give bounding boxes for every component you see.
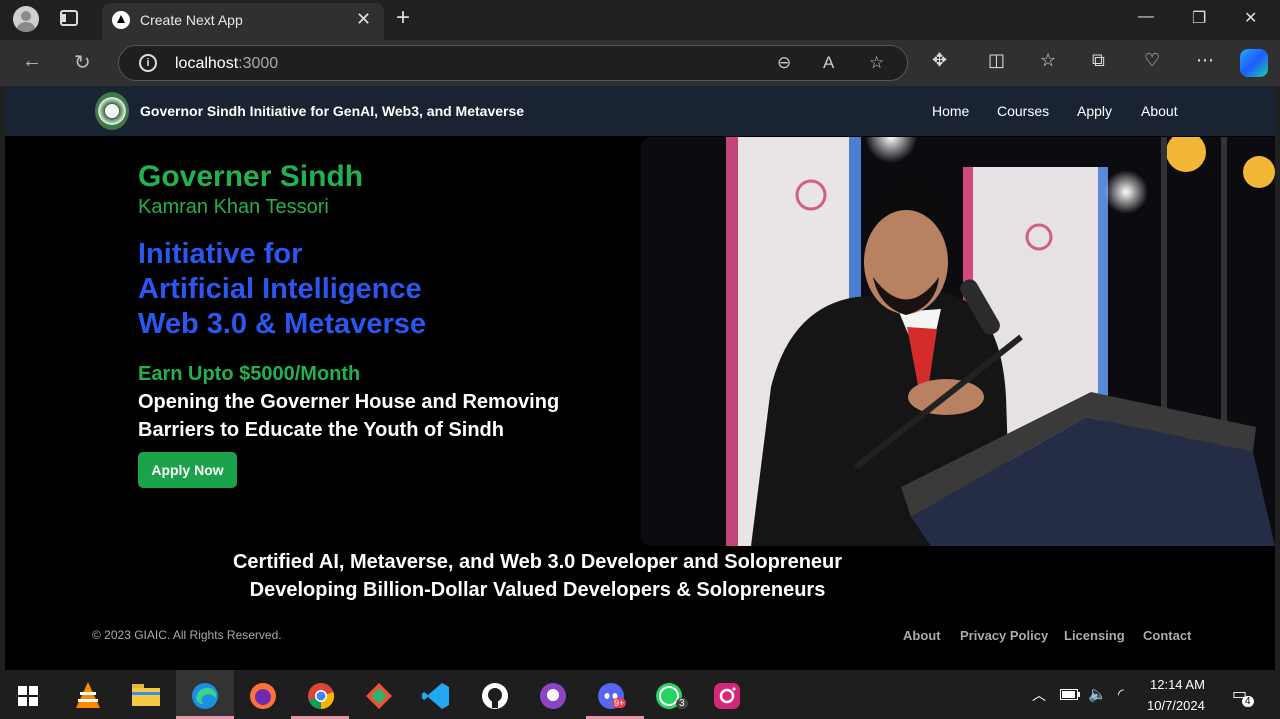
browser-essentials-icon[interactable]: ♡ xyxy=(1144,50,1160,71)
minimize-icon[interactable]: — xyxy=(1138,8,1154,26)
refresh-icon[interactable]: ↻ xyxy=(74,50,91,75)
nextjs-favicon-icon xyxy=(112,11,130,29)
favorite-star-icon[interactable]: ☆ xyxy=(869,53,884,73)
github-desktop-icon[interactable] xyxy=(539,682,567,710)
mission-line-2: Barriers to Educate the Youth of Sindh xyxy=(138,419,504,441)
discord-badge: 9+ xyxy=(612,698,627,708)
apply-now-button[interactable]: Apply Now xyxy=(138,452,237,488)
tab-title: Create Next App xyxy=(140,12,243,28)
nav-about-link[interactable]: About xyxy=(1141,103,1178,119)
browser-tab[interactable]: Create Next App ✕ xyxy=(102,3,384,40)
profile-avatar-icon[interactable] xyxy=(13,6,39,32)
instagram-icon[interactable] xyxy=(713,682,741,710)
vscode-icon[interactable] xyxy=(422,682,450,710)
governor-photo xyxy=(641,137,1275,546)
nav-home-link[interactable]: Home xyxy=(932,103,969,119)
hero-text: Governer Sindh Kamran Khan Tessori Initi… xyxy=(138,159,628,444)
split-screen-icon[interactable]: ◫ xyxy=(988,50,1005,71)
governor-speaking-image xyxy=(641,137,1275,546)
nav-courses-link[interactable]: Courses xyxy=(997,103,1049,119)
maximize-icon[interactable]: ❐ xyxy=(1192,8,1206,28)
web-page: Governor Sindh Initiative for GenAI, Web… xyxy=(5,86,1275,670)
favorites-icon[interactable]: ☆ xyxy=(1040,50,1056,71)
nav-apply-link[interactable]: Apply xyxy=(1077,103,1112,119)
footer-about-link[interactable]: About xyxy=(903,628,941,643)
read-aloud-icon[interactable]: A xyxy=(823,53,834,73)
edge-icon[interactable] xyxy=(191,682,219,710)
back-icon[interactable]: ← xyxy=(22,50,42,73)
windows-taskbar: 9+ 3 ︿ 🔈 ◜ 12:14 AM 10/7/2024 ▭ 4 xyxy=(0,670,1280,719)
whatsapp-badge: 3 xyxy=(676,698,688,709)
wifi-icon[interactable]: ◜ xyxy=(1118,685,1124,703)
hero-name: Kamran Khan Tessori xyxy=(138,196,329,218)
footer-licensing-link[interactable]: Licensing xyxy=(1064,628,1125,643)
git-kraken-icon[interactable] xyxy=(365,682,393,710)
url-text: localhost:3000 xyxy=(175,55,279,72)
site-title[interactable]: Governor Sindh Initiative for GenAI, Web… xyxy=(140,103,524,119)
initiative-line-2: Artificial Intelligence xyxy=(138,273,422,305)
initiative-line-3: Web 3.0 & Metaverse xyxy=(138,308,426,340)
extensions-icon[interactable]: ✥ xyxy=(932,50,947,71)
github-icon[interactable] xyxy=(481,682,509,710)
file-explorer-icon[interactable] xyxy=(132,684,160,706)
clock-date[interactable]: 10/7/2024 xyxy=(1147,698,1205,713)
browser-tab-bar: Create Next App ✕ + — ❐ ✕ xyxy=(0,0,1280,40)
earn-text: Earn Upto $5000/Month xyxy=(138,363,361,385)
hero-heading: Governer Sindh xyxy=(138,160,364,193)
certification-text: Certified AI, Metaverse, and Web 3.0 Dev… xyxy=(5,548,1070,604)
initiative-line-1: Initiative for xyxy=(138,238,303,270)
address-input[interactable]: i localhost:3000 ⊖ A ☆ xyxy=(118,45,908,81)
copilot-icon[interactable] xyxy=(1240,49,1268,77)
close-window-icon[interactable]: ✕ xyxy=(1244,8,1257,28)
certification-line-2: Developing Billion-Dollar Valued Develop… xyxy=(249,579,826,601)
address-bar-row: ← ↻ i localhost:3000 ⊖ A ☆ ✥ ◫ ☆ ⧉ ♡ ⋯ xyxy=(0,40,1280,86)
vlc-icon[interactable] xyxy=(76,682,100,708)
giaic-logo-icon[interactable] xyxy=(95,92,129,130)
volume-icon[interactable]: 🔈 xyxy=(1088,685,1107,703)
notifications-badge: 4 xyxy=(1242,696,1254,707)
tab-actions-icon[interactable] xyxy=(60,10,78,26)
footer-contact-link[interactable]: Contact xyxy=(1143,628,1191,643)
zoom-icon[interactable]: ⊖ xyxy=(777,53,791,73)
more-menu-icon[interactable]: ⋯ xyxy=(1196,50,1214,71)
close-tab-icon[interactable]: ✕ xyxy=(356,9,371,30)
footer-copyright: © 2023 GIAIC. All Rights Reserved. xyxy=(92,628,282,642)
certification-line-1: Certified AI, Metaverse, and Web 3.0 Dev… xyxy=(232,551,843,573)
site-navbar: Governor Sindh Initiative for GenAI, Web… xyxy=(5,86,1275,136)
mission-line-1: Opening the Governer House and Removing xyxy=(138,391,560,413)
collections-icon[interactable]: ⧉ xyxy=(1092,50,1105,71)
new-tab-icon[interactable]: + xyxy=(396,4,410,32)
chrome-icon[interactable] xyxy=(307,682,335,710)
tray-chevron-icon[interactable]: ︿ xyxy=(1032,685,1046,705)
battery-icon[interactable] xyxy=(1060,689,1080,700)
site-info-icon[interactable]: i xyxy=(139,54,157,72)
clock-time[interactable]: 12:14 AM xyxy=(1150,677,1205,692)
firefox-icon[interactable] xyxy=(249,682,277,710)
windows-start-icon[interactable] xyxy=(18,686,38,706)
footer-privacy-link[interactable]: Privacy Policy xyxy=(960,628,1048,643)
